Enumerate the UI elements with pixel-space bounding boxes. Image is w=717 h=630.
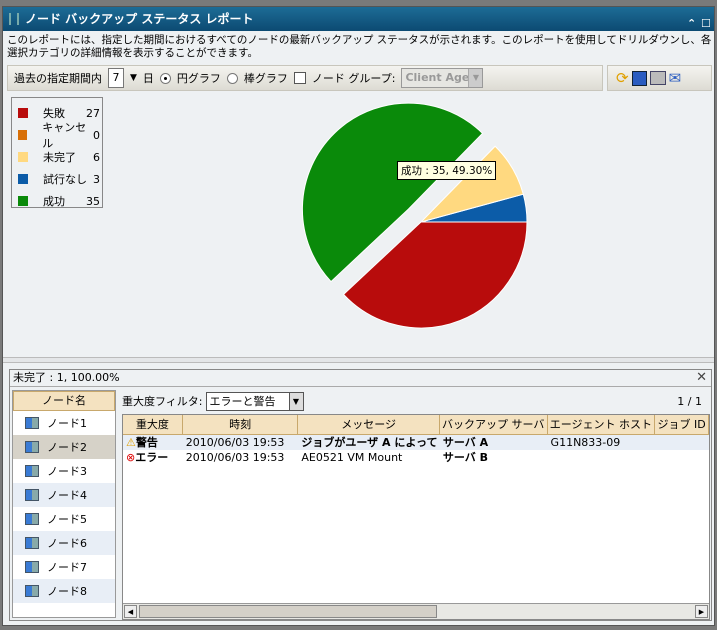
- cell-message: ジョブがユーザ A によって: [301, 436, 438, 449]
- computer-icon: [25, 441, 39, 453]
- print-icon[interactable]: [649, 71, 666, 85]
- report-description: このレポートには、指定した期間におけるすべてのノードの最新バックアップ ステータ…: [7, 34, 712, 59]
- computer-icon: [25, 417, 39, 429]
- cell-server: サーバ B: [442, 451, 489, 464]
- node-list-item[interactable]: ノード6: [13, 531, 115, 555]
- computer-icon: [25, 465, 39, 477]
- column-header[interactable]: 時刻: [183, 415, 299, 434]
- node-name: ノード2: [47, 441, 87, 454]
- node-list-item[interactable]: ノード4: [13, 483, 115, 507]
- column-header[interactable]: ジョブ ID: [655, 415, 709, 434]
- cell-host: [548, 450, 656, 465]
- day-label: 日: [142, 72, 154, 85]
- scroll-left-icon[interactable]: ◀: [124, 605, 137, 618]
- cell-message: AE0521 VM Mount: [301, 451, 403, 464]
- node-name: ノード3: [47, 465, 87, 478]
- cell-job: [655, 450, 709, 465]
- node-name: ノード4: [47, 489, 87, 502]
- column-header[interactable]: エージェント ホスト: [548, 415, 656, 434]
- save-icon[interactable]: [631, 70, 647, 86]
- table-row[interactable]: ⊗エラー 2010/06/03 19:53 AE0521 VM Mount サーバ B: [123, 450, 709, 465]
- pie-chart-label: 円グラフ: [176, 72, 221, 85]
- cell-job: [655, 435, 709, 450]
- period-dropdown-icon[interactable]: ▼: [130, 73, 137, 83]
- table-row[interactable]: ⚠警告 2010/06/03 19:53 ジョブがユーザ A によって サーバ A G1…: [123, 435, 709, 450]
- cell-time: 2010/06/03 19:53: [185, 451, 285, 464]
- cell-server: サーバ A: [442, 436, 489, 449]
- cell-time: 2010/06/03 19:53: [185, 436, 285, 449]
- chart-tooltip: 成功 : 35, 49.30%: [397, 161, 497, 180]
- scroll-right-icon[interactable]: ▶: [695, 605, 708, 618]
- chevron-down-icon: ▼: [288, 392, 303, 410]
- node-name: ノード5: [47, 513, 87, 526]
- refresh-icon[interactable]: ⟳: [616, 69, 629, 87]
- panel-splitter[interactable]: [3, 357, 714, 363]
- column-header[interactable]: バックアップ サーバ: [440, 415, 548, 434]
- scrollbar-thumb[interactable]: [139, 605, 437, 618]
- node-group-select[interactable]: Client Agent ▼: [401, 68, 484, 88]
- chevron-down-icon: ▼: [468, 69, 483, 87]
- severity-text: 警告: [135, 436, 158, 449]
- computer-icon: [25, 561, 39, 573]
- node-list-item[interactable]: ノード8: [13, 579, 115, 603]
- computer-icon: [25, 585, 39, 597]
- bar-chart-radio[interactable]: [226, 72, 238, 84]
- severity-filter-value: エラーと警告: [209, 394, 276, 408]
- detail-header: 未完了 : 1, 100.00%: [13, 371, 120, 384]
- error-icon: ⊗: [126, 451, 136, 464]
- log-table: 重大度 時刻 メッセージ バックアップ サーバ エージェント ホスト ジョブ ID ⚠警告…: [122, 414, 710, 620]
- window-title: ノード バックアップ ステータス レポート: [25, 12, 254, 26]
- bar-chart-label: 棒グラフ: [243, 72, 288, 85]
- node-name: ノード6: [47, 537, 87, 550]
- severity-filter-select[interactable]: エラーと警告 ▼: [205, 391, 304, 411]
- computer-icon: [25, 489, 39, 501]
- close-icon[interactable]: ✕: [696, 370, 707, 386]
- page-indicator: 1 / 1: [677, 394, 702, 408]
- title-bar: ノード バックアップ ステータス レポート ⌃ ☐: [3, 7, 714, 31]
- period-input[interactable]: 7: [108, 68, 124, 88]
- warning-icon: ⚠: [126, 436, 136, 449]
- pie-chart-radio[interactable]: [159, 72, 171, 84]
- maximize-icon[interactable]: ☐: [701, 12, 711, 36]
- node-name: ノード7: [47, 561, 87, 574]
- node-list-item[interactable]: ノード3: [13, 459, 115, 483]
- node-list: ノード名 ノード1 ノード2 ノード3 ノード4 ノード5 ノード6 ノード7 ノード8: [12, 390, 116, 618]
- horizontal-scrollbar[interactable]: ◀ ▶: [123, 603, 709, 619]
- node-list-item[interactable]: ノード2: [13, 435, 115, 459]
- pie-chart: [301, 102, 528, 329]
- detail-panel: 未完了 : 1, 100.00% ✕ ノード名 ノード1 ノード2 ノード3 ノード4 ノ…: [9, 369, 712, 621]
- node-name-header[interactable]: ノード名: [13, 391, 115, 411]
- node-list-item[interactable]: ノード5: [13, 507, 115, 531]
- report-window: ノード バックアップ ステータス レポート ⌃ ☐ このレポートには、指定した期…: [2, 6, 715, 626]
- node-list-item[interactable]: ノード7: [13, 555, 115, 579]
- email-icon[interactable]: ✉: [669, 69, 682, 87]
- node-group-label: ノード グループ:: [311, 72, 396, 85]
- cell-severity: ⚠警告: [123, 435, 183, 450]
- cell-host: G11N833-09: [550, 436, 621, 449]
- severity-filter-label: 重大度フィルタ:: [122, 395, 203, 408]
- computer-icon: [25, 513, 39, 525]
- filter-toolbar: 過去の指定期間内 7 ▼ 日 円グラフ 棒グラフ ノード グループ: Clien…: [7, 65, 603, 91]
- column-header[interactable]: メッセージ: [298, 415, 440, 434]
- collapse-icon[interactable]: ⌃: [687, 12, 696, 36]
- log-grid: 重大度フィルタ: エラーと警告 ▼ 1 / 1 重大度 時刻 メッセージ バックアップ …: [122, 390, 710, 620]
- drag-grip-icon[interactable]: [9, 13, 19, 25]
- node-group-checkbox[interactable]: [293, 72, 306, 84]
- severity-text: エラー: [135, 451, 169, 464]
- column-header[interactable]: 重大度: [123, 415, 183, 434]
- cell-severity: ⊗エラー: [123, 450, 183, 465]
- node-name: ノード8: [47, 585, 87, 598]
- node-list-item[interactable]: ノード1: [13, 411, 115, 435]
- node-name: ノード1: [47, 417, 87, 430]
- action-toolbar: ⟳ ✉: [607, 65, 712, 91]
- period-label: 過去の指定期間内: [14, 72, 102, 85]
- computer-icon: [25, 537, 39, 549]
